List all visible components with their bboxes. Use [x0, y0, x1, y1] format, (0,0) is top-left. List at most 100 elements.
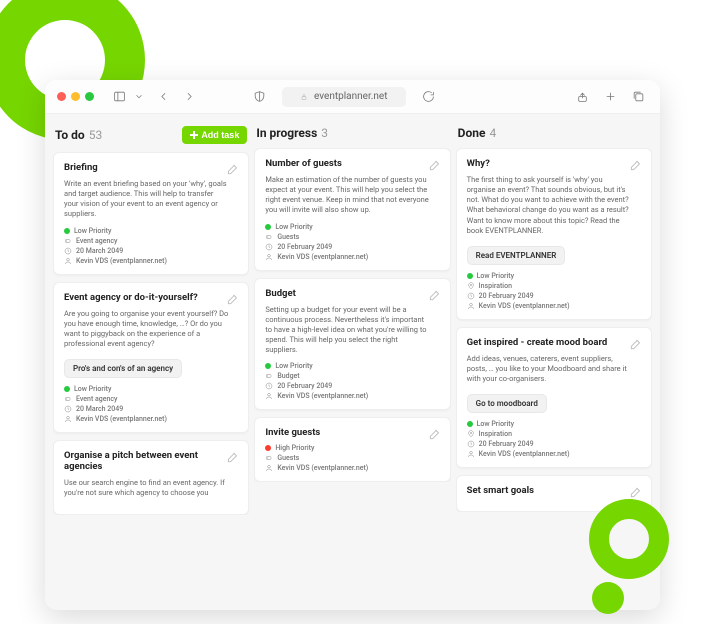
refresh-icon[interactable]: [419, 87, 439, 107]
column-count: 4: [489, 126, 496, 140]
card-title: Organise a pitch between event agencies: [64, 450, 238, 472]
edit-icon[interactable]: [428, 287, 442, 301]
maximize-button[interactable]: [85, 92, 94, 101]
address-bar[interactable]: eventplanner.net: [282, 87, 406, 107]
share-icon[interactable]: [572, 87, 592, 107]
date-row: 20 March 2049: [64, 247, 238, 255]
card-title: Event agency or do-it-yourself?: [64, 292, 238, 303]
card-meta: Low PriorityInspiration20 February 2049K…: [467, 272, 641, 310]
edit-icon[interactable]: [629, 157, 643, 171]
task-card[interactable]: Briefing Write an event briefing based on…: [53, 152, 249, 275]
close-button[interactable]: [57, 92, 66, 101]
priority-row: Low Priority: [265, 362, 439, 370]
edit-icon[interactable]: [226, 291, 240, 305]
priority-row: Low Priority: [467, 272, 641, 280]
tag-icon: [265, 454, 273, 462]
priority-dot: [467, 421, 473, 427]
card-title: Why?: [467, 158, 641, 169]
user-icon: [265, 464, 273, 472]
edit-icon[interactable]: [226, 161, 240, 175]
window-controls: [57, 92, 94, 101]
card-description: Add ideas, venues, caterers, event suppl…: [467, 354, 641, 384]
cards-list: Why? The first thing to ask yourself is '…: [456, 148, 652, 512]
card-description: Setting up a budget for your event will …: [265, 305, 439, 356]
author-row: Kevin VDS (eventplanner.net): [467, 450, 641, 458]
card-description: Use our search engine to find an event a…: [64, 478, 238, 498]
column-header: Done4: [456, 122, 652, 148]
edit-icon[interactable]: [226, 449, 240, 463]
column-title: In progress: [256, 126, 317, 140]
date-row: 20 February 2049: [467, 292, 641, 300]
author-row: Kevin VDS (eventplanner.net): [64, 415, 238, 423]
edit-icon[interactable]: [629, 484, 643, 498]
card-description: Write an event briefing based on your 'w…: [64, 179, 238, 220]
task-card[interactable]: Invite guests High Priority Guests Kevin VD…: [254, 417, 450, 482]
user-icon: [265, 392, 273, 400]
column-header: In progress3: [254, 122, 450, 148]
card-description: The first thing to ask yourself is 'why'…: [467, 175, 641, 236]
task-card[interactable]: Event agency or do-it-yourself? Are you g…: [53, 282, 249, 434]
user-icon: [467, 302, 475, 310]
task-card[interactable]: Why? The first thing to ask yourself is '…: [456, 148, 652, 320]
priority-row: Low Priority: [64, 385, 238, 393]
date-row: 20 February 2049: [265, 382, 439, 390]
user-icon: [265, 253, 273, 261]
priority-dot: [467, 273, 473, 279]
author-row: Kevin VDS (eventplanner.net): [467, 302, 641, 310]
tag-row: Guests: [265, 454, 439, 462]
date-row: 20 February 2049: [265, 243, 439, 251]
priority-row: Low Priority: [265, 223, 439, 231]
tag-icon: [64, 395, 72, 403]
column-title: Done: [458, 126, 486, 140]
task-card[interactable]: Number of guestsMake an estimation of th…: [254, 148, 450, 271]
task-card[interactable]: Budget Setting up a budget for your event…: [254, 278, 450, 411]
task-card[interactable]: Get inspired - create mood board Add idea…: [456, 327, 652, 468]
back-button[interactable]: [153, 87, 173, 107]
pin-icon: [467, 282, 475, 290]
tag-icon: [265, 372, 273, 380]
edit-icon[interactable]: [428, 426, 442, 440]
card-meta: Low PriorityInspiration20 February 2049K…: [467, 420, 641, 458]
priority-dot: [265, 224, 271, 230]
shield-icon[interactable]: [249, 87, 269, 107]
priority-row: High Priority: [265, 444, 439, 452]
edit-icon[interactable]: [629, 336, 643, 350]
browser-window: eventplanner.net To do53Add taskBriefing…: [45, 80, 660, 610]
sidebar-toggle-icon[interactable]: [109, 87, 129, 107]
card-title: Set smart goals: [467, 485, 641, 496]
card-description: Are you going to organise your event you…: [64, 309, 238, 350]
card-title: Briefing: [64, 162, 238, 173]
column-header: To do53Add task: [53, 122, 249, 152]
new-tab-icon[interactable]: [600, 87, 620, 107]
card-action-button[interactable]: Pro's and con's of an agency: [64, 359, 182, 378]
card-meta: High Priority Guests Kevin VDS (eventplann…: [265, 444, 439, 472]
cards-list: Briefing Write an event briefing based on…: [53, 152, 249, 515]
card-title: Get inspired - create mood board: [467, 337, 641, 348]
clock-icon: [265, 382, 273, 390]
forward-button[interactable]: [179, 87, 199, 107]
tabs-icon[interactable]: [628, 87, 648, 107]
add-task-button[interactable]: Add task: [182, 126, 247, 144]
tag-row: Budget: [265, 372, 439, 380]
priority-row: Low Priority: [467, 420, 641, 428]
author-row: Kevin VDS (eventplanner.net): [265, 464, 439, 472]
tag-row: Event agency: [64, 237, 238, 245]
pin-icon: [467, 430, 475, 438]
decorative-ring: [589, 499, 669, 579]
date-row: 20 February 2049: [467, 440, 641, 448]
card-action-button[interactable]: Read EVENTPLANNER: [467, 246, 566, 265]
card-title: Budget: [265, 288, 439, 299]
clock-icon: [467, 440, 475, 448]
chevron-down-icon[interactable]: [134, 87, 144, 107]
edit-icon[interactable]: [428, 157, 442, 171]
task-card[interactable]: Organise a pitch between event agencies U…: [53, 440, 249, 515]
card-meta: Low PriorityBudget20 February 2049Kevin …: [265, 362, 439, 400]
card-title: Invite guests: [265, 427, 439, 438]
priority-row: Low Priority: [64, 227, 238, 235]
clock-icon: [64, 247, 72, 255]
minimize-button[interactable]: [71, 92, 80, 101]
user-icon: [64, 415, 72, 423]
user-icon: [64, 257, 72, 265]
card-action-button[interactable]: Go to moodboard: [467, 394, 547, 413]
priority-dot: [265, 445, 271, 451]
